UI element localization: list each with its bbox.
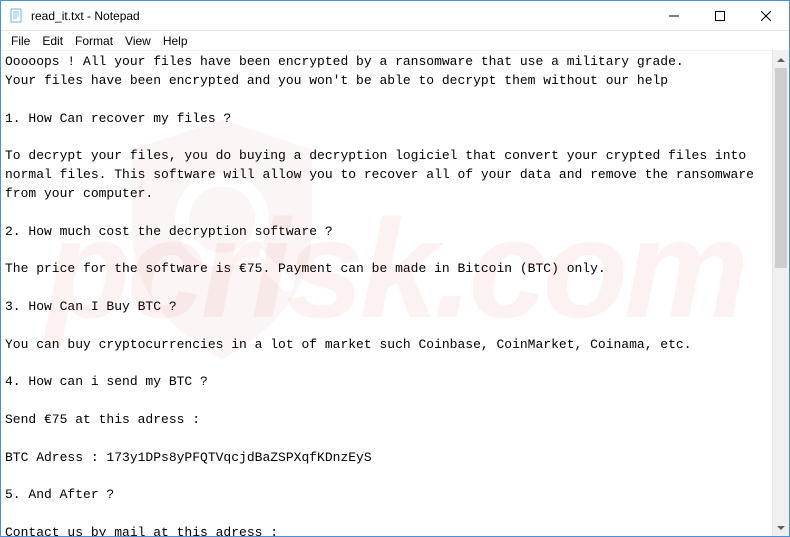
window-controls <box>651 1 789 30</box>
notepad-icon <box>9 8 25 24</box>
menu-format[interactable]: Format <box>69 32 119 50</box>
text-area[interactable]: Ooooops ! All your files have been encry… <box>1 51 772 536</box>
maximize-button[interactable] <box>697 1 743 30</box>
menu-view[interactable]: View <box>119 32 157 50</box>
menu-help[interactable]: Help <box>157 32 194 50</box>
notepad-window: read_it.txt - Notepad File Edit Format V… <box>0 0 790 537</box>
window-title: read_it.txt - Notepad <box>31 9 651 23</box>
menu-file[interactable]: File <box>5 32 36 50</box>
close-button[interactable] <box>743 1 789 30</box>
scroll-down-arrow[interactable] <box>773 519 789 536</box>
scroll-thumb[interactable] <box>775 68 787 268</box>
content-wrapper: Ooooops ! All your files have been encry… <box>1 51 789 536</box>
vertical-scrollbar[interactable] <box>772 51 789 536</box>
menu-edit[interactable]: Edit <box>36 32 69 50</box>
scroll-track[interactable] <box>773 68 789 519</box>
scroll-up-arrow[interactable] <box>773 51 789 68</box>
menubar: File Edit Format View Help <box>1 31 789 51</box>
titlebar[interactable]: read_it.txt - Notepad <box>1 1 789 31</box>
minimize-button[interactable] <box>651 1 697 30</box>
